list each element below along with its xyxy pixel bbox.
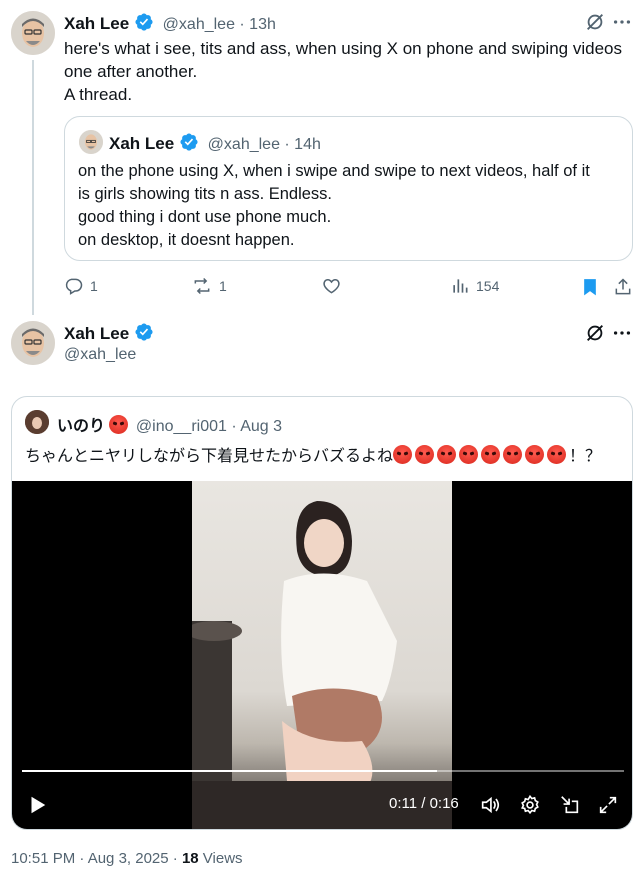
fullscreen-icon[interactable] xyxy=(597,794,619,816)
avatar-photo xyxy=(25,410,49,434)
video-player[interactable]: 0:11 / 0:16 xyxy=(12,481,632,829)
quoted-author-name: Xah Lee xyxy=(109,134,175,153)
post-meta: 10:51 PM · Aug 3, 2025 · 18 Views xyxy=(11,850,243,867)
post-text-line: A thread. xyxy=(64,85,133,104)
handle[interactable]: @xah_lee xyxy=(64,346,136,364)
thread-line xyxy=(32,60,34,315)
share-icon[interactable] xyxy=(613,277,633,297)
video-frame xyxy=(192,481,452,829)
play-icon[interactable] xyxy=(26,794,48,816)
progress-fill xyxy=(22,770,438,772)
angry-emoji-icon xyxy=(547,445,567,464)
repost-icon xyxy=(194,277,210,295)
like-icon xyxy=(323,278,340,294)
quoted-text-line: is girls showing tits n ass. Endless. xyxy=(78,185,333,203)
angry-emoji-icon xyxy=(459,445,479,464)
avatar[interactable] xyxy=(11,321,55,365)
post-header: Xah Lee xyxy=(64,322,154,344)
emoji-row xyxy=(393,445,569,465)
views-label: Views xyxy=(198,850,243,867)
reply-count: 1 xyxy=(90,278,98,294)
avatar-photo xyxy=(11,321,55,365)
verified-badge-icon xyxy=(135,323,153,341)
more-icon[interactable] xyxy=(611,11,633,33)
quote-handle-time: @ino__ri001 · Aug 3 xyxy=(135,418,283,435)
embedded-quote[interactable]: いのり @ino__ri001 · Aug 3 ちゃんとニヤリしながら下着見せた… xyxy=(11,396,633,830)
video-time: 0:11 / 0:16 xyxy=(389,795,459,812)
quote-text-suffix: ！？ xyxy=(569,448,602,465)
post-timestamp[interactable]: 10:51 PM · Aug 3, 2025 · xyxy=(11,850,182,867)
quote-text-body: ちゃんとニヤリしながら下着見せたからバズるよね xyxy=(25,448,394,465)
angry-emoji-icon xyxy=(437,445,457,464)
views-count: 154 xyxy=(476,278,500,294)
avatar-photo xyxy=(79,130,103,154)
post-text-line: here's what i see, tits and ass, when us… xyxy=(64,39,622,58)
avatar-photo xyxy=(11,11,55,55)
verified-badge-icon xyxy=(180,133,198,151)
video-still-image xyxy=(192,501,452,829)
quoted-header: Xah Lee @xah_lee · 14h xyxy=(109,132,321,154)
angry-emoji-icon xyxy=(481,445,501,464)
quote-author-name: いのり xyxy=(57,418,106,435)
reply-icon xyxy=(65,278,83,295)
angry-emoji-icon xyxy=(415,445,435,464)
quoted-text: on the phone using X, when i swipe and s… xyxy=(78,160,623,252)
grok-icon[interactable] xyxy=(584,11,606,33)
quoted-text-line: on desktop, it doesnt happen. xyxy=(78,231,295,249)
verified-badge-icon xyxy=(135,13,153,31)
angry-emoji-icon xyxy=(109,415,129,434)
quoted-text-line: on the phone using X, when i swipe and s… xyxy=(78,162,590,180)
angry-emoji-icon xyxy=(393,445,413,464)
volume-icon[interactable] xyxy=(479,794,501,816)
post-header: Xah Lee @xah_lee · 13h xyxy=(64,12,276,34)
grok-icon[interactable] xyxy=(584,322,606,344)
author-name[interactable]: Xah Lee xyxy=(64,14,129,33)
author-name[interactable]: Xah Lee xyxy=(64,324,129,343)
views-total: 18 xyxy=(181,850,199,867)
like-button[interactable] xyxy=(321,276,342,296)
reply-button[interactable]: 1 xyxy=(64,276,98,296)
views-icon xyxy=(453,279,468,293)
repost-button[interactable]: 1 xyxy=(191,276,227,296)
post-text-line: one after another. xyxy=(64,62,198,81)
more-icon[interactable] xyxy=(611,322,633,344)
avatar[interactable] xyxy=(11,11,55,55)
handle-time[interactable]: @xah_lee · 13h xyxy=(163,16,276,33)
repost-count: 1 xyxy=(219,278,227,294)
quote-header: いのり @ino__ri001 · Aug 3 xyxy=(57,412,282,436)
quote-text: ちゃんとニヤリしながら下着見せたからバズるよね ！？ xyxy=(25,442,601,466)
bookmark-icon[interactable] xyxy=(580,276,600,298)
angry-emoji-icon xyxy=(503,445,523,464)
dock-icon[interactable] xyxy=(559,794,581,816)
post-text: here's what i see, tits and ass, when us… xyxy=(64,37,624,106)
quoted-handle-time: @xah_lee · 14h xyxy=(207,136,321,153)
quoted-text-line: good thing i dont use phone much. xyxy=(78,208,332,226)
quoted-avatar xyxy=(79,130,103,154)
settings-icon[interactable] xyxy=(519,794,541,816)
quote-avatar xyxy=(25,410,49,434)
views-button[interactable]: 154 xyxy=(450,276,499,296)
angry-emoji-icon xyxy=(525,445,545,464)
